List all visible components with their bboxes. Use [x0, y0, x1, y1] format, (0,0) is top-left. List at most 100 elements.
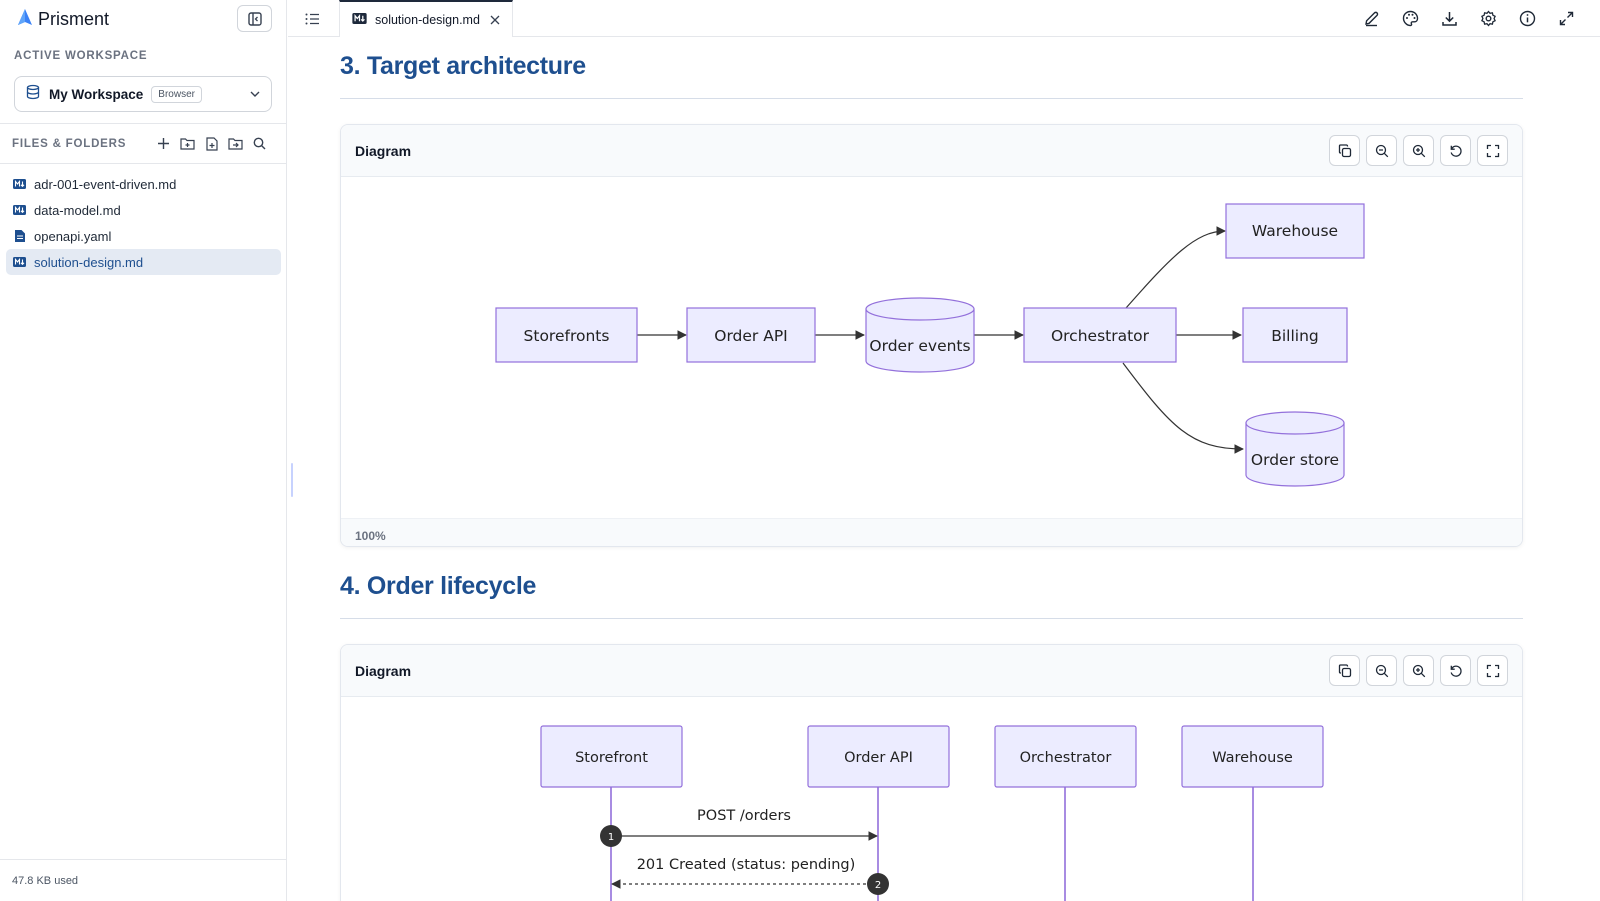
participant-label: Orchestrator — [1020, 750, 1112, 766]
section-heading: 4. Order lifecycle — [340, 572, 537, 600]
node-label: Order events — [869, 337, 970, 355]
files-section-label: FILES & FOLDERS — [12, 138, 127, 150]
markdown-icon — [13, 203, 26, 218]
node-label: Warehouse — [1252, 222, 1338, 240]
node-storefronts: Storefronts — [495, 307, 638, 363]
import-folder-icon[interactable] — [228, 136, 243, 151]
download-icon[interactable] — [1440, 9, 1459, 28]
file-item[interactable]: openapi.yaml — [6, 223, 281, 249]
diagram-title: Diagram — [355, 142, 412, 159]
diagram-nodes: Storefronts Order API Order events Orche… — [495, 203, 1365, 487]
outline-button[interactable] — [302, 9, 322, 29]
node-label: Order store — [1251, 451, 1339, 469]
architecture-diagram: Storefronts Order API Order events Orche… — [495, 203, 1365, 487]
zoom-out-icon[interactable] — [1366, 655, 1397, 686]
edge-orchestrator-orderstore — [1122, 362, 1244, 454]
node-label: Orchestrator — [1051, 327, 1150, 345]
sequence-diagram: Storefront Order API Orchestrator Wareho… — [540, 725, 1324, 901]
node-order-events: Order events — [865, 297, 975, 373]
file-name: solution-design.md — [34, 254, 144, 270]
collapse-sidebar-button[interactable] — [237, 5, 272, 32]
node-warehouse: Warehouse — [1225, 203, 1365, 259]
add-icon[interactable] — [156, 136, 171, 151]
files-toolbar — [156, 136, 267, 151]
topbar: solution-design.md — [288, 0, 1600, 37]
info-icon[interactable] — [1518, 9, 1537, 28]
participant-storefront: Storefront — [540, 725, 683, 788]
new-folder-icon[interactable] — [180, 136, 195, 151]
message-1: POST /orders 1 — [600, 808, 878, 847]
storage-usage: 47.8 KB used — [12, 875, 79, 887]
diagram-toolbar — [1329, 655, 1508, 686]
zoom-level: 100% — [341, 518, 1522, 546]
document-content: 3. Target architecture Diagram Storefron… — [288, 37, 1600, 901]
file-name: adr-001-event-driven.md — [34, 176, 177, 192]
file-item[interactable]: adr-001-event-driven.md — [6, 171, 281, 197]
divider — [0, 163, 287, 164]
diagram-title: Diagram — [355, 662, 412, 679]
fullscreen-icon[interactable] — [1477, 135, 1508, 166]
workspace-name: My Workspace — [49, 86, 144, 102]
node-orchestrator: Orchestrator — [1023, 307, 1177, 363]
diagram-card-architecture: Diagram Storefronts Order API Order even… — [340, 124, 1523, 547]
heading-rule — [340, 98, 1523, 99]
node-order-api: Order API — [686, 307, 816, 363]
divider — [0, 123, 287, 124]
node-order-store: Order store — [1245, 411, 1345, 487]
search-icon[interactable] — [252, 136, 267, 151]
copy-icon[interactable] — [1329, 135, 1360, 166]
database-icon — [25, 84, 41, 105]
message-label: 201 Created (status: pending) — [637, 857, 856, 873]
app-window: Prisment ACTIVE WORKSPACE My Workspace B… — [0, 0, 1600, 901]
workspace-select[interactable]: My Workspace Browser — [14, 76, 272, 112]
file-item-active[interactable]: solution-design.md — [6, 249, 281, 275]
participant-label: Storefront — [575, 750, 648, 766]
participant-label: Warehouse — [1212, 750, 1293, 766]
diagram-toolbar — [1329, 135, 1508, 166]
diagram-header: Diagram — [341, 645, 1522, 697]
workspace-badge: Browser — [151, 85, 202, 103]
participant-order-api: Order API — [807, 725, 950, 788]
tab-label: solution-design.md — [375, 12, 480, 27]
divider — [0, 859, 287, 860]
list-icon — [305, 13, 319, 25]
sequence-number: 2 — [875, 880, 881, 891]
settings-icon[interactable] — [1479, 9, 1498, 28]
file-icon — [13, 230, 26, 242]
copy-icon[interactable] — [1329, 655, 1360, 686]
section-heading: 3. Target architecture — [340, 52, 586, 80]
file-name: openapi.yaml — [34, 228, 112, 244]
file-item[interactable]: data-model.md — [6, 197, 281, 223]
diagram-card-lifecycle: Diagram Storefront Order API Orchestrato… — [340, 644, 1523, 901]
zoom-out-icon[interactable] — [1366, 135, 1397, 166]
node-billing: Billing — [1242, 307, 1348, 363]
zoom-in-icon[interactable] — [1403, 655, 1434, 686]
expand-icon[interactable] — [1557, 9, 1576, 28]
tab-solution-design[interactable]: solution-design.md — [339, 0, 513, 37]
node-label: Billing — [1271, 327, 1319, 345]
markdown-icon — [13, 255, 26, 270]
palette-icon[interactable] — [1401, 9, 1420, 28]
zoom-in-icon[interactable] — [1403, 135, 1434, 166]
top-actions — [1362, 9, 1576, 28]
edit-icon[interactable] — [1362, 9, 1381, 28]
heading-rule — [340, 618, 1523, 619]
node-label: Storefronts — [524, 327, 610, 345]
reset-icon[interactable] — [1440, 135, 1471, 166]
workspace-section-label: ACTIVE WORKSPACE — [14, 50, 148, 62]
close-icon[interactable] — [490, 15, 500, 25]
message-2: 201 Created (status: pending) 2 — [611, 857, 889, 895]
node-label: Order API — [714, 327, 788, 345]
message-label: POST /orders — [697, 808, 791, 824]
diagram-header: Diagram — [341, 125, 1522, 177]
brand: Prisment — [18, 8, 109, 30]
fullscreen-icon[interactable] — [1477, 655, 1508, 686]
markdown-icon — [13, 177, 26, 192]
new-file-icon[interactable] — [204, 136, 219, 151]
prisment-logo-icon — [18, 8, 32, 30]
reset-icon[interactable] — [1440, 655, 1471, 686]
app-name: Prisment — [38, 8, 110, 29]
markdown-icon — [352, 11, 367, 29]
edge-orchestrator-warehouse — [1125, 226, 1226, 309]
chevron-down-icon — [249, 88, 261, 100]
